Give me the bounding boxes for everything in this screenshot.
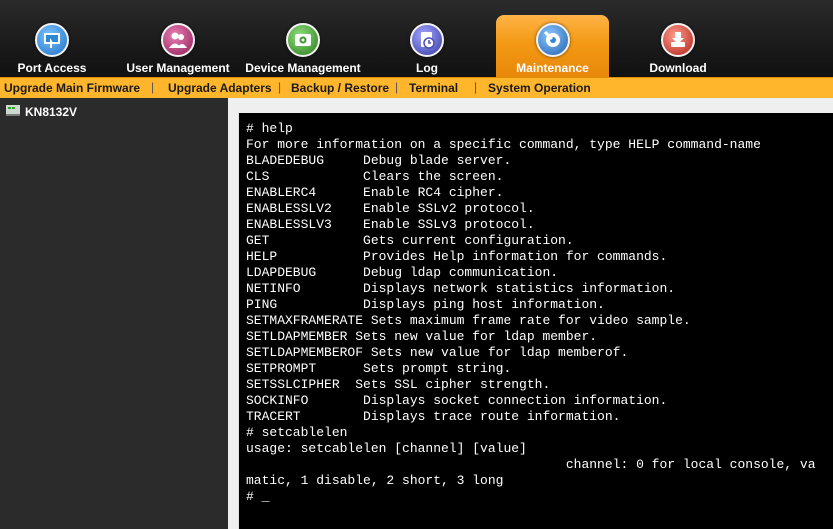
terminal-line: HELP Provides Help information for comma… [246,249,668,264]
terminal-line: SETSSLCIPHER Sets SSL cipher strength. [246,377,551,392]
toolbar-device-management-label: Device Management [245,61,361,75]
submenu-separator: | [395,80,399,94]
toolbar-download[interactable]: Download [640,0,716,77]
terminal-line: TRACERT Displays trace route information… [246,409,621,424]
switch-icon [6,104,20,119]
submenu-upgrade-main-firmware[interactable]: Upgrade Main Firmware [4,81,140,95]
toolbar-log-label: Log [416,61,438,75]
terminal-line: matic, 1 disable, 2 short, 3 long [246,473,504,488]
main-toolbar: Port Access User Management Device Manag… [0,0,833,77]
download-icon [661,23,695,57]
terminal-line: BLADEDEBUG Debug blade server. [246,153,512,168]
toolbar-user-management-label: User Management [126,61,230,75]
terminal-line: SETPROMPT Sets prompt string. [246,361,512,376]
tree-root-label: KN8132V [25,104,78,119]
terminal-line: SETLDAPMEMBEROF Sets new value for ldap … [246,345,629,360]
terminal-line: CLS Clears the screen. [246,169,504,184]
maintenance-icon [535,23,570,57]
device-icon [286,23,320,57]
submenu-backup-restore[interactable]: Backup / Restore [291,81,389,95]
terminal-line: ENABLERC4 Enable RC4 cipher. [246,185,504,200]
toolbar-user-management[interactable]: User Management [126,0,230,77]
submenu-system-operation[interactable]: System Operation [488,81,591,95]
toolbar-port-access[interactable]: Port Access [6,0,98,77]
toolbar-maintenance[interactable]: Maintenance [496,15,609,77]
submenu-separator: | [474,80,478,94]
terminal-line: PING Displays ping host information. [246,297,605,312]
submenu-bar: Upgrade Main Firmware | Upgrade Adapters… [0,77,833,98]
terminal-line: SOCKINFO Displays socket connection info… [246,393,668,408]
terminal-line: ENABLESSLV3 Enable SSLv3 protocol. [246,217,535,232]
submenu-terminal[interactable]: Terminal [409,81,458,95]
submenu-separator: | [151,80,155,94]
toolbar-maintenance-label: Maintenance [516,61,589,75]
terminal-line: channel: 0 for local console, va [246,457,816,472]
terminal-line: ENABLESSLV2 Enable SSLv2 protocol. [246,201,535,216]
port-access-icon [35,23,69,57]
tree-root-node[interactable]: KN8132V [6,104,77,119]
terminal-prompt-line: # _ [246,489,270,504]
toolbar-download-label: Download [649,61,707,75]
submenu-upgrade-adapters[interactable]: Upgrade Adapters [168,81,272,95]
users-icon [161,23,195,57]
terminal-line: SETLDAPMEMBER Sets new value for ldap me… [246,329,598,344]
terminal-line: GET Gets current configuration. [246,233,574,248]
submenu-separator: | [278,80,282,94]
toolbar-device-management[interactable]: Device Management [243,0,363,77]
terminal-line: # help [246,121,293,136]
log-icon [410,23,444,57]
terminal-line: NETINFO Displays network statistics info… [246,281,676,296]
toolbar-log[interactable]: Log [402,0,452,77]
terminal-line: For more information on a specific comma… [246,137,761,152]
device-tree-panel: KN8132V [0,98,228,529]
terminal-line: LDAPDEBUG Debug ldap communication. [246,265,559,280]
terminal-line: # setcablelen [246,425,348,440]
terminal-console[interactable]: # help For more information on a specifi… [238,113,833,529]
terminal-line: usage: setcablelen [channel] [value] [246,441,527,456]
terminal-line: SETMAXFRAMERATE Sets maximum frame rate … [246,313,691,328]
toolbar-port-access-label: Port Access [17,61,87,75]
